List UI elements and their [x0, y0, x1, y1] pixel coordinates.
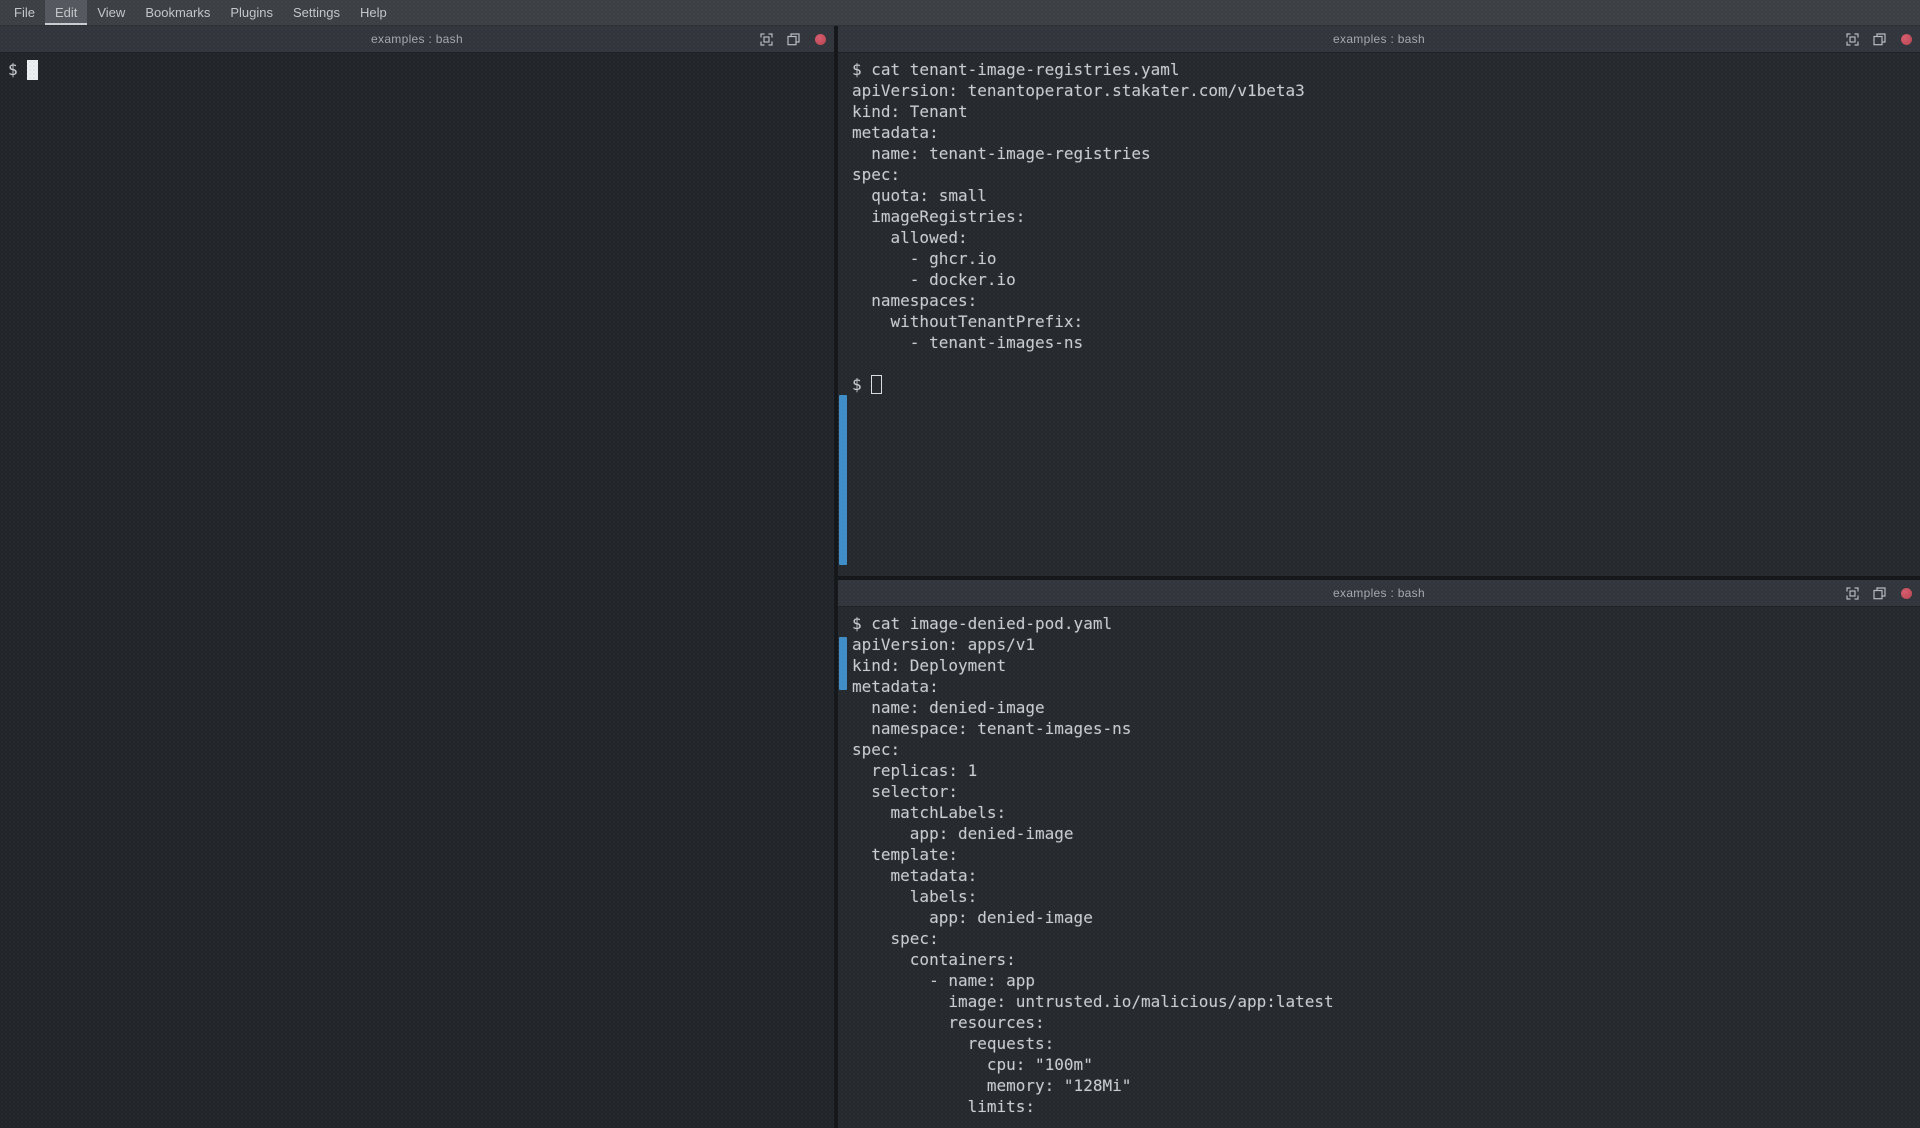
menu-item-edit[interactable]: Edit	[45, 0, 87, 25]
close-view-button[interactable]	[1898, 585, 1914, 601]
terminal-content-left[interactable]: $	[0, 53, 834, 1128]
terminal-output: $ cat image-denied-pod.yaml apiVersion: …	[838, 607, 1920, 1117]
terminal-pane-top-right: examples : bash	[838, 26, 1920, 576]
menu-bar: FileEditViewBookmarksPluginsSettingsHelp	[0, 0, 1920, 26]
close-view-icon	[815, 34, 826, 45]
terminal-pane-bottom-right: examples : bash	[838, 580, 1920, 1128]
close-view-icon	[1901, 588, 1912, 599]
terminal-cursor-hollow	[871, 375, 882, 394]
maximize-view-icon	[1846, 33, 1859, 46]
maximize-view-button[interactable]	[1844, 31, 1860, 47]
menu-item-bookmarks[interactable]: Bookmarks	[135, 0, 220, 25]
maximize-view-icon	[760, 33, 773, 46]
pane-header-buttons	[758, 31, 834, 47]
pane-header-top-right: examples : bash	[838, 26, 1920, 53]
terminal-cursor-solid	[27, 60, 38, 80]
terminal-pane-left: examples : bash	[0, 26, 834, 1128]
menu-item-settings[interactable]: Settings	[283, 0, 350, 25]
scrollbar-track[interactable]	[838, 607, 848, 1128]
pane-title: examples : bash	[838, 32, 1920, 46]
pane-title: examples : bash	[0, 32, 834, 46]
detach-view-button[interactable]	[1871, 585, 1887, 601]
menu-item-plugins[interactable]: Plugins	[220, 0, 283, 25]
maximize-view-icon	[1846, 587, 1859, 600]
detach-view-icon	[787, 33, 800, 46]
terminal-content-bottom-right[interactable]: $ cat image-denied-pod.yaml apiVersion: …	[838, 607, 1920, 1128]
maximize-view-button[interactable]	[1844, 585, 1860, 601]
close-view-icon	[1901, 34, 1912, 45]
prompt-line: $	[838, 374, 1920, 395]
prompt-line: $	[0, 53, 834, 80]
pane-header-buttons	[1844, 585, 1920, 601]
menu-item-view[interactable]: View	[87, 0, 135, 25]
pane-title: examples : bash	[838, 586, 1920, 600]
menu-item-help[interactable]: Help	[350, 0, 397, 25]
close-view-button[interactable]	[812, 31, 828, 47]
prompt-symbol: $	[8, 59, 18, 80]
split-divider-horizontal[interactable]	[838, 576, 1920, 580]
terminal-content-top-right[interactable]: $ cat tenant-image-registries.yaml apiVe…	[838, 53, 1920, 576]
pane-header-buttons	[1844, 31, 1920, 47]
scrollbar-thumb[interactable]	[839, 637, 847, 690]
scrollbar-track[interactable]	[838, 53, 848, 576]
detach-view-button[interactable]	[785, 31, 801, 47]
scrollbar-thumb[interactable]	[839, 395, 847, 565]
detach-view-button[interactable]	[1871, 31, 1887, 47]
maximize-view-button[interactable]	[758, 31, 774, 47]
menu-item-file[interactable]: File	[4, 0, 45, 25]
detach-view-icon	[1873, 33, 1886, 46]
detach-view-icon	[1873, 587, 1886, 600]
pane-header-bottom-right: examples : bash	[838, 580, 1920, 607]
prompt-symbol: $	[852, 374, 862, 395]
terminal-window: FileEditViewBookmarksPluginsSettingsHelp…	[0, 0, 1920, 1128]
close-view-button[interactable]	[1898, 31, 1914, 47]
pane-header-left: examples : bash	[0, 26, 834, 53]
terminal-output: $ cat tenant-image-registries.yaml apiVe…	[838, 53, 1920, 353]
